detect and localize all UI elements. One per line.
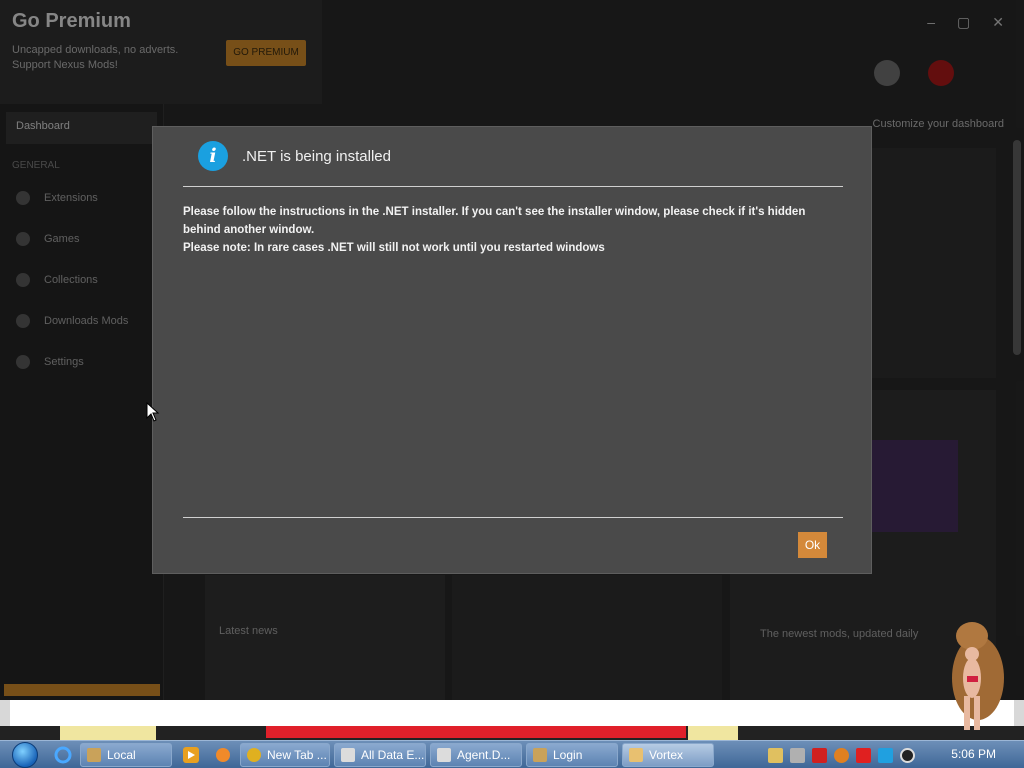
dialog-body: Please follow the instructions in the .N… bbox=[183, 203, 843, 257]
tray-app-icon[interactable] bbox=[768, 747, 783, 763]
flag-icon[interactable] bbox=[856, 747, 871, 763]
ok-button[interactable]: Ok bbox=[798, 532, 827, 558]
mouse-cursor-icon bbox=[146, 402, 160, 422]
lock-icon bbox=[533, 747, 547, 762]
taskbar-button-new-tab[interactable]: New Tab ... bbox=[240, 742, 330, 767]
vortex-icon bbox=[629, 747, 643, 762]
taskbar-button-local[interactable]: Local bbox=[80, 742, 172, 767]
antivirus-icon[interactable] bbox=[812, 747, 827, 763]
start-button[interactable] bbox=[8, 741, 44, 768]
ie-icon[interactable] bbox=[50, 744, 76, 766]
taskbar-button-label: Login bbox=[553, 747, 583, 762]
taskbar-button-label: Agent.D... bbox=[457, 747, 511, 762]
taskbar-button-label: All Data E... bbox=[361, 747, 425, 762]
system-tray bbox=[768, 743, 915, 767]
dialog-note: Please note: In rare cases .NET will sti… bbox=[183, 242, 605, 254]
media-icon[interactable] bbox=[900, 747, 915, 763]
taskbar-button-agent[interactable]: Agent.D... bbox=[430, 742, 522, 767]
windows-logo-icon bbox=[12, 741, 38, 768]
taskbar-button-label: New Tab ... bbox=[267, 747, 327, 762]
vortex-app-window: Go Premium Uncapped downloads, no advert… bbox=[0, 0, 1024, 700]
media-player-icon[interactable] bbox=[178, 744, 204, 766]
band-segment bbox=[60, 726, 156, 740]
display-icon[interactable] bbox=[878, 747, 893, 763]
taskbar-button-all-data[interactable]: All Data E... bbox=[334, 742, 426, 767]
network-icon[interactable] bbox=[790, 747, 805, 763]
windows-taskbar: Local New Tab ... All Data E... Agent.D.… bbox=[0, 740, 1024, 768]
dialog-title: .NET is being installed bbox=[242, 148, 391, 165]
colored-band bbox=[0, 726, 1024, 740]
window-icon bbox=[341, 747, 355, 762]
taskbar-clock[interactable]: 5:06 PM bbox=[951, 747, 996, 761]
app-launcher-icon[interactable] bbox=[210, 744, 236, 766]
search-tool-icon[interactable] bbox=[834, 747, 849, 763]
desktop-mascot-icon bbox=[952, 622, 1004, 730]
band-segment bbox=[688, 726, 738, 740]
dotnet-install-dialog: i .NET is being installed Please follow … bbox=[152, 126, 872, 574]
chrome-icon bbox=[247, 747, 261, 762]
taskbar-button-login[interactable]: Login bbox=[526, 742, 618, 767]
taskbar-button-label: Vortex bbox=[649, 747, 684, 762]
folder-icon bbox=[87, 747, 101, 762]
dialog-message: Please follow the instructions in the .N… bbox=[183, 206, 806, 236]
band-segment bbox=[266, 726, 686, 738]
dialog-divider bbox=[183, 517, 843, 518]
dialog-header: i .NET is being installed bbox=[183, 141, 843, 187]
info-icon: i bbox=[198, 141, 228, 171]
window-icon bbox=[437, 747, 451, 762]
taskbar-button-vortex[interactable]: Vortex bbox=[622, 742, 714, 767]
taskbar-button-label: Local bbox=[107, 747, 136, 762]
white-bar bbox=[10, 700, 1014, 726]
desktop-widget-strip bbox=[0, 700, 1024, 740]
